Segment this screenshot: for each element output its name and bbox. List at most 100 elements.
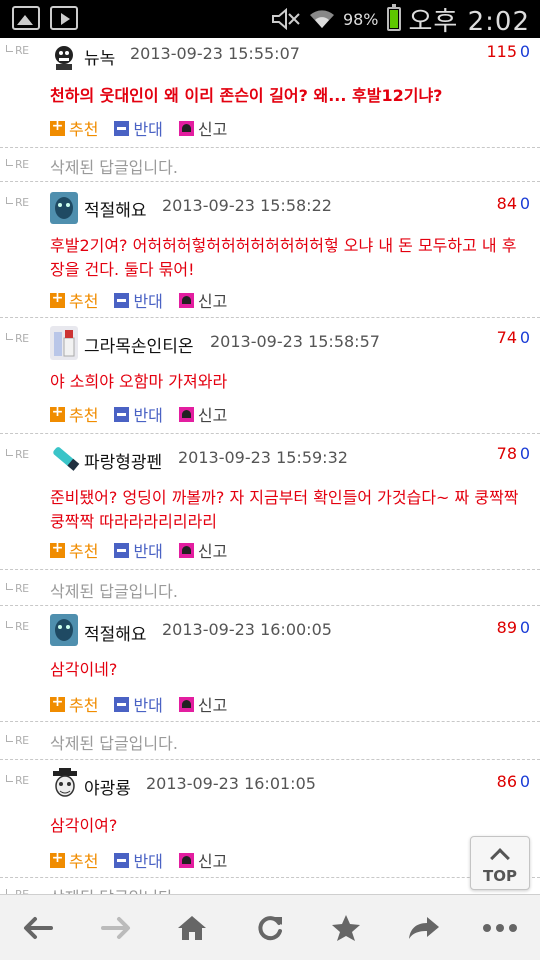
comment-actions: 추천 반대 신고 — [50, 288, 243, 312]
comment-date: 2013-09-23 16:00:05 — [162, 620, 332, 639]
like-count: 115 — [486, 42, 517, 61]
bookmark-star-icon[interactable] — [326, 911, 366, 945]
battery-icon — [386, 4, 401, 31]
report-button[interactable]: 신고 — [178, 692, 227, 716]
forward-icon[interactable] — [96, 911, 136, 945]
comment-body: 삼각이네? — [50, 660, 118, 679]
reply-tag: RE — [6, 158, 29, 171]
avatar[interactable] — [50, 326, 78, 360]
play-store-icon — [50, 6, 78, 30]
comment-actions: 추천 반대 신고 — [50, 538, 243, 562]
minus-icon — [114, 696, 130, 712]
oppose-button[interactable]: 반대 — [114, 116, 163, 140]
back-icon[interactable] — [18, 911, 58, 945]
comment-date: 2013-09-23 15:58:22 — [162, 196, 332, 215]
recommend-button[interactable]: 추천 — [50, 848, 98, 872]
report-button[interactable]: 신고 — [178, 538, 227, 562]
comment-date: 2013-09-23 15:55:07 — [130, 44, 300, 63]
reply-tag: RE — [6, 774, 29, 787]
comment-body: 천하의 웃대인이 왜 이리 존슨이 길어? 왜... 후발12기냐? — [50, 86, 443, 105]
deleted-text: 삭제된 답글입니다. — [50, 884, 178, 894]
dislike-count: 0 — [519, 328, 530, 347]
dislike-count: 0 — [519, 618, 530, 637]
report-button[interactable]: 신고 — [178, 402, 227, 426]
report-button[interactable]: 신고 — [178, 288, 227, 312]
chevron-up-icon — [490, 848, 510, 868]
dislike-count: 0 — [519, 772, 530, 791]
comment-actions: 추천 반대 신고 — [50, 402, 243, 426]
minus-icon — [114, 292, 130, 308]
siren-icon — [178, 542, 194, 558]
comment-author[interactable]: 파랑형광펜 — [84, 448, 162, 473]
recommend-button[interactable]: 추천 — [50, 288, 98, 312]
avatar[interactable] — [50, 442, 82, 474]
share-icon[interactable] — [404, 911, 444, 945]
deleted-comment: RE 삭제된 답글입니다. — [0, 570, 540, 606]
recommend-button[interactable]: 추천 — [50, 538, 98, 562]
deleted-comment: RE 삭제된 답글입니다. — [0, 722, 540, 760]
dislike-count: 0 — [519, 444, 530, 463]
comment-author[interactable]: 뉴녹 — [84, 44, 115, 69]
deleted-comment: RE 삭제된 답글입니다. — [0, 148, 540, 182]
deleted-comment: RE 삭제된 답글입니다. — [0, 878, 540, 894]
comment-item: RE 적절해요 2013-09-23 15:58:22 84 0 후발2기여? … — [0, 182, 540, 318]
comment-author[interactable]: 그라목손인티온 — [84, 332, 193, 357]
oppose-button[interactable]: 반대 — [114, 848, 163, 872]
comment-actions: 추천 반대 신고 — [50, 116, 243, 140]
comment-author[interactable]: 적절해요 — [84, 620, 147, 645]
deleted-text: 삭제된 답글입니다. — [50, 734, 178, 753]
siren-icon — [178, 696, 194, 712]
minus-icon — [114, 120, 130, 136]
recommend-button[interactable]: 추천 — [50, 692, 98, 716]
browser-bottom-bar — [0, 894, 540, 960]
avatar[interactable] — [50, 614, 78, 646]
oppose-button[interactable]: 반대 — [114, 402, 163, 426]
comment-item: RE 파랑형광펜 2013-09-23 15:59:32 78 0 준비됐어? … — [0, 434, 540, 570]
battery-percent: 98% — [342, 9, 379, 29]
report-button[interactable]: 신고 — [178, 848, 227, 872]
scroll-top-label: TOP — [483, 867, 517, 885]
comment-item: RE 적절해요 2013-09-23 16:00:05 89 0 삼각이네? 추… — [0, 606, 540, 722]
more-icon[interactable] — [480, 911, 520, 945]
report-button[interactable]: 신고 — [178, 116, 227, 140]
comment-author[interactable]: 적절해요 — [84, 196, 147, 221]
reply-tag: RE — [6, 620, 29, 633]
refresh-icon[interactable] — [250, 911, 290, 945]
like-count: 74 — [496, 328, 517, 347]
avatar[interactable] — [50, 768, 80, 800]
mute-icon — [271, 8, 300, 30]
wifi-icon — [309, 10, 334, 28]
recommend-button[interactable]: 추천 — [50, 402, 98, 426]
avatar[interactable] — [50, 192, 78, 224]
home-icon[interactable] — [172, 911, 212, 945]
reply-tag: RE — [6, 448, 29, 461]
like-count: 86 — [496, 772, 517, 791]
plus-icon — [50, 290, 65, 308]
dislike-count: 0 — [519, 42, 530, 61]
minus-icon — [114, 406, 130, 422]
comment-author[interactable]: 야광룡 — [84, 774, 131, 799]
oppose-button[interactable]: 반대 — [114, 538, 163, 562]
siren-icon — [178, 852, 194, 868]
comment-body: 준비됐어? 엉딩이 까볼까? 자 지금부터 확인들어 가것습다~ 짜 쿵짝짝 쿵… — [50, 488, 519, 531]
gallery-icon — [12, 6, 40, 30]
minus-icon — [114, 852, 130, 868]
oppose-button[interactable]: 반대 — [114, 692, 163, 716]
siren-icon — [178, 292, 194, 308]
comment-date: 2013-09-23 15:59:32 — [178, 448, 348, 467]
scroll-top-button[interactable]: TOP — [470, 836, 530, 890]
reply-tag: RE — [6, 44, 29, 57]
avatar[interactable] — [50, 42, 78, 70]
reply-tag: RE — [6, 582, 29, 595]
comment-date: 2013-09-23 16:01:05 — [146, 774, 316, 793]
oppose-button[interactable]: 반대 — [114, 288, 163, 312]
comment-body: 야 소희야 오함마 가져와라 — [50, 372, 228, 391]
comment-item: RE 야광룡 2013-09-23 16:01:05 86 0 삼각이여? 추천… — [0, 760, 540, 878]
comment-body: 후발2기여? 어허허허헣허허허허허허허허헣 오냐 내 돈 모두하고 내 후장을 … — [50, 236, 517, 279]
like-count: 89 — [496, 618, 517, 637]
reply-tag: RE — [6, 196, 29, 209]
comment-body: 삼각이여? — [50, 816, 118, 835]
deleted-text: 삭제된 답글입니다. — [50, 158, 178, 177]
recommend-button[interactable]: 추천 — [50, 116, 98, 140]
plus-icon — [50, 540, 65, 558]
